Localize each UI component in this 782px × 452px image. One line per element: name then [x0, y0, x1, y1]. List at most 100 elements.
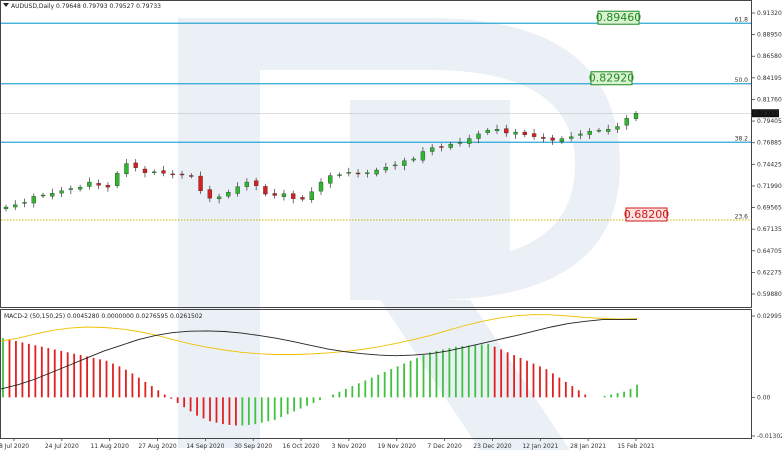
- fib-price-label: 0.68200: [624, 208, 670, 221]
- candle-body: [189, 175, 194, 177]
- fib-price-label: 0.82920: [589, 72, 635, 85]
- candle-body: [77, 186, 83, 190]
- fib-level-ratio: 50.0: [735, 77, 749, 84]
- candle-body: [142, 168, 148, 173]
- candle-body: [494, 129, 500, 132]
- symbol-header: AUDUSD,Daily 0.79648 0.79793 0.79527 0.7…: [3, 3, 161, 10]
- time-axis-label: 7 Dec 2020: [427, 443, 462, 450]
- price-axis-label: 0.64705: [757, 248, 782, 255]
- macd-axis-label: -0.0130225: [757, 433, 782, 440]
- time-axis-label: 15 Feb 2021: [617, 443, 655, 450]
- candle-body: [87, 181, 92, 187]
- current-price-label: 0.79733: [754, 110, 779, 117]
- candle-body: [587, 130, 592, 135]
- candle-body: [430, 147, 435, 152]
- ohlc-values: 0.79648 0.79793 0.79527 0.79733: [56, 3, 161, 10]
- price-axis-label: 0.81760: [757, 96, 782, 103]
- time-axis-label: 16 Oct 2020: [283, 443, 320, 450]
- candle-body: [31, 196, 36, 204]
- candle-body: [161, 170, 166, 174]
- candle-body: [124, 163, 129, 175]
- candle-body: [541, 137, 546, 139]
- candle-body: [467, 138, 472, 144]
- candle-body: [13, 204, 18, 208]
- price-axis-label: 0.74425: [757, 161, 782, 168]
- candle-body: [253, 180, 259, 186]
- candle-body: [3, 206, 9, 210]
- candle-body: [606, 129, 611, 132]
- candle-body: [624, 118, 629, 126]
- candle-body: [531, 133, 537, 137]
- time-axis-label: 19 Nov 2020: [378, 443, 417, 450]
- candle-body: [291, 193, 296, 199]
- candle-body: [568, 136, 574, 139]
- chart-window: 61.8 50.0 38.2 23.6 0.89460 0.82920 0.68200 0.7…: [0, 0, 782, 452]
- price-axis-label: 0.88950: [757, 32, 782, 39]
- time-axis-label: 28 Jan 2021: [570, 443, 606, 450]
- candle-body: [216, 196, 222, 200]
- time-axis-label: 24 Jul 2020: [45, 443, 79, 450]
- time-axis-label: 3 Nov 2020: [332, 443, 367, 450]
- candle-body: [578, 133, 583, 136]
- candle-body: [615, 126, 620, 130]
- time-axis-label: 23 Dec 2020: [473, 443, 512, 450]
- macd-axis-label: 0.00: [757, 394, 771, 401]
- candle-body: [346, 172, 351, 174]
- candle-body: [457, 142, 463, 144]
- candle-body: [383, 167, 389, 171]
- candle-body: [300, 197, 305, 200]
- candle-body: [504, 128, 509, 134]
- candle-body: [198, 175, 203, 191]
- candle-body: [559, 138, 565, 142]
- candle-body: [374, 169, 379, 175]
- time-axis-label: 8 Jul 2020: [0, 443, 29, 450]
- price-axis-label: 0.67135: [757, 226, 782, 233]
- fib-price-label: 0.89460: [596, 11, 642, 24]
- candle-body: [226, 192, 231, 197]
- price-axis-label: 0.91320: [757, 10, 782, 17]
- candle-body: [328, 175, 333, 184]
- candle-body: [402, 160, 407, 166]
- fib-level-ratio: 38.2: [735, 136, 749, 143]
- time-axis-label: 11 Aug 2020: [90, 443, 129, 450]
- price-axis-label: 0.71990: [757, 183, 782, 190]
- candle-body: [170, 173, 175, 176]
- candle-body: [235, 186, 240, 194]
- candle-body: [476, 133, 481, 139]
- candle-body: [263, 186, 268, 195]
- candle-body: [68, 188, 74, 190]
- price-axis-label: 0.79405: [757, 118, 782, 125]
- time-axis-label: 14 Sep 2020: [186, 443, 224, 450]
- candle-body: [272, 193, 277, 196]
- candle-body: [318, 181, 324, 192]
- symbol-title: AUDUSD,Daily: [11, 3, 54, 10]
- candle-body: [485, 130, 490, 133]
- price-axis-label: 0.86580: [757, 53, 782, 60]
- time-axis-label: 30 Sep 2020: [234, 443, 272, 450]
- price-axis-label: 0.84195: [757, 75, 782, 82]
- candle-body: [633, 113, 639, 119]
- candle-body: [392, 164, 398, 167]
- candle-body: [179, 173, 185, 176]
- macd-axis-label: 0.0299566: [757, 313, 782, 320]
- price-axis-label: 0.59880: [757, 291, 782, 298]
- candle-body: [550, 137, 555, 141]
- candle-body: [59, 190, 64, 194]
- candle-body: [133, 162, 138, 168]
- candle-body: [355, 172, 361, 175]
- candle-body: [50, 193, 55, 197]
- candle-body: [522, 131, 527, 135]
- candle-body: [244, 181, 250, 187]
- candle-body: [513, 131, 518, 135]
- candle-body: [337, 174, 342, 176]
- price-axis-label: 0.76885: [757, 140, 782, 147]
- price-axis-label: 0.69565: [757, 205, 782, 212]
- candle-body: [309, 191, 314, 200]
- price-axis-label: 0.62275: [757, 269, 782, 276]
- candle-body: [596, 130, 602, 132]
- candle-body: [152, 171, 157, 174]
- macd-title: MACD-2 (50,150,25) 0.0045280 0.0000000 0…: [4, 313, 203, 320]
- candle-body: [115, 173, 120, 186]
- candle-body: [439, 146, 444, 148]
- candle-body: [448, 143, 453, 148]
